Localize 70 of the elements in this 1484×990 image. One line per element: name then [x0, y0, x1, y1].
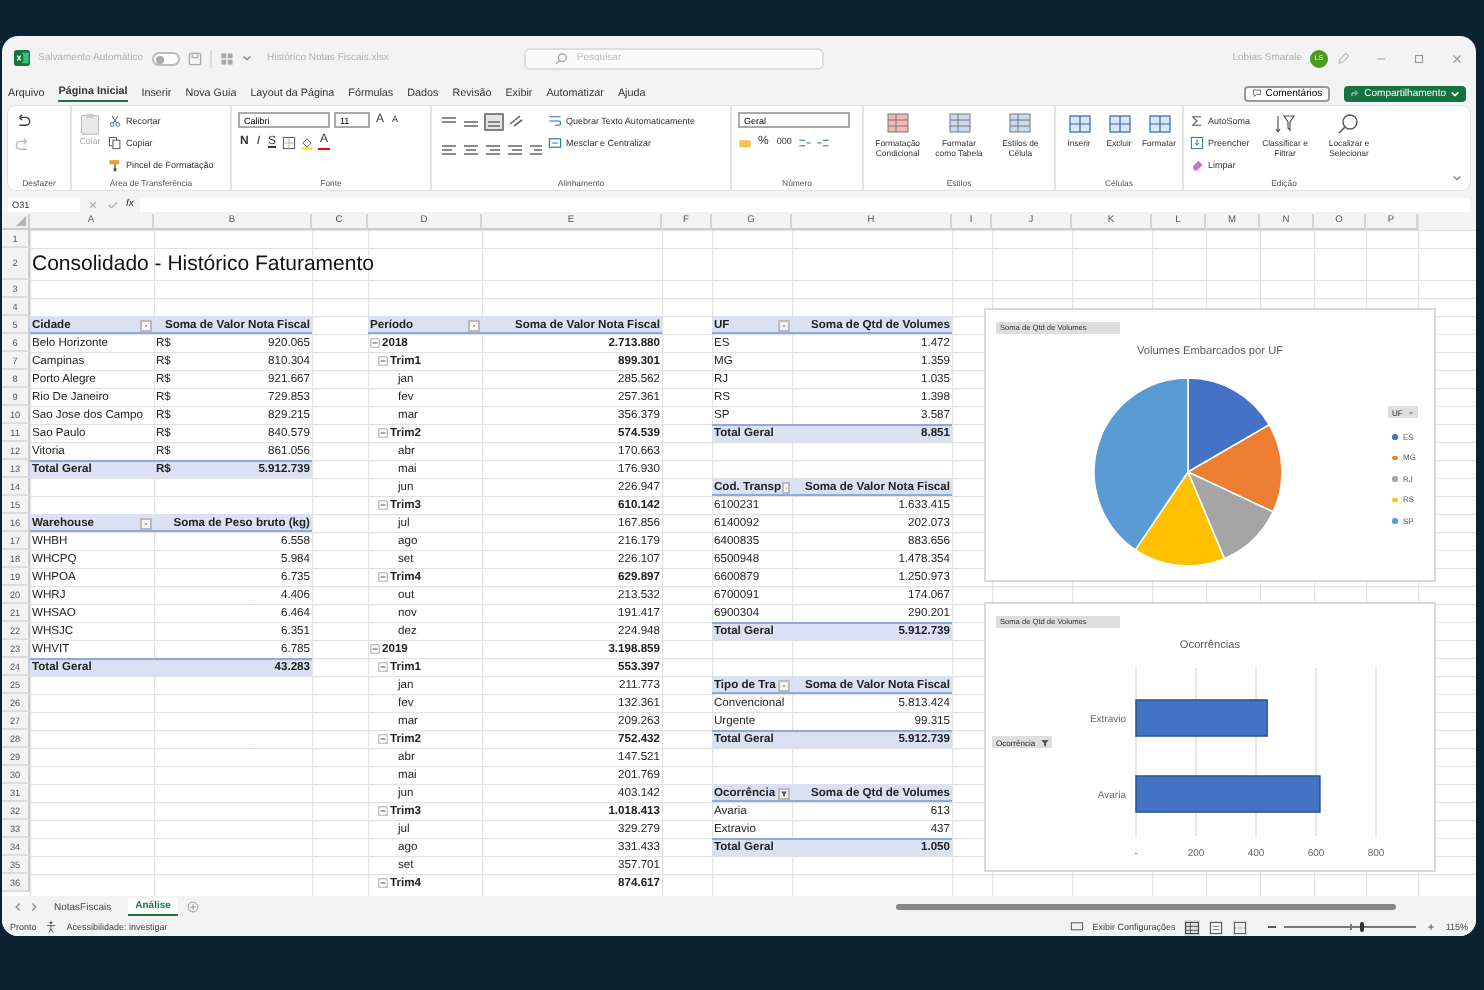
bar	[1135, 699, 1268, 737]
zoom-in-icon[interactable]	[1423, 920, 1438, 934]
collapse-toggle-icon[interactable]	[378, 806, 388, 816]
page-break-icon[interactable]	[1231, 919, 1248, 935]
scissors-icon	[108, 113, 122, 127]
redo-icon[interactable]	[14, 136, 32, 154]
currency-icon[interactable]	[738, 135, 752, 149]
collapse-toggle-icon[interactable]	[378, 662, 388, 672]
collapse-toggle-icon[interactable]	[378, 572, 388, 582]
autosave-toggle[interactable]	[151, 51, 180, 65]
copy-icon	[108, 135, 122, 149]
add-sheet-icon[interactable]	[186, 900, 201, 914]
search-icon	[1336, 112, 1361, 136]
table-style-icon	[947, 112, 971, 136]
save-icon[interactable]	[187, 51, 202, 65]
collapse-toggle-icon[interactable]	[370, 338, 380, 348]
page-layout-icon[interactable]	[1207, 919, 1224, 935]
fill-down-icon	[1190, 135, 1204, 149]
close-icon[interactable]	[1450, 51, 1464, 65]
accessibility-icon[interactable]	[44, 920, 59, 934]
merge-cells-icon	[548, 135, 562, 149]
undo-icon[interactable]	[14, 112, 32, 130]
table-style-icon	[885, 112, 910, 136]
sheet-title: Consolidado - Histórico Faturamento	[32, 252, 374, 276]
scroll-right-icon[interactable]	[30, 902, 38, 912]
dropdown-button[interactable]	[781, 481, 790, 493]
select-all-button[interactable]	[2, 214, 30, 230]
wrap-text-icon	[548, 113, 562, 127]
triangle-icon	[16, 216, 26, 226]
display-settings-icon	[1070, 920, 1085, 934]
clipboard-icon	[78, 112, 102, 136]
sigma-icon	[1190, 113, 1204, 127]
eraser-icon	[1190, 157, 1204, 171]
collapse-toggle-icon[interactable]	[370, 644, 380, 654]
formula-input-field[interactable]	[139, 197, 1470, 211]
increase-decimal-icon[interactable]	[797, 135, 812, 149]
caret-icon	[1406, 407, 1417, 417]
fill-bucket-icon[interactable]	[300, 135, 315, 149]
collapse-toggle-icon[interactable]	[378, 734, 388, 744]
grid-icon[interactable]	[219, 51, 234, 65]
table-style-icon	[1008, 112, 1033, 136]
normal-view-icon[interactable]	[1183, 919, 1200, 935]
decrease-decimal-icon[interactable]	[815, 135, 830, 149]
comment-icon	[1251, 88, 1262, 98]
check-icon[interactable]	[106, 197, 120, 211]
maximize-icon[interactable]	[1412, 51, 1426, 65]
spreadsheet-logo-icon	[14, 50, 30, 66]
caret-icon	[1450, 89, 1460, 97]
collapse-toggle-icon[interactable]	[378, 356, 388, 366]
funnel-icon	[780, 789, 788, 797]
cells-icon	[1067, 112, 1091, 136]
cells-icon	[1107, 112, 1131, 136]
collapse-toggle-icon[interactable]	[378, 500, 388, 510]
paintbrush-icon	[108, 157, 122, 171]
sort-filter-icon	[1273, 112, 1297, 136]
cells-icon	[1147, 112, 1171, 136]
collapse-toggle-icon[interactable]	[378, 428, 388, 438]
search-icon	[554, 51, 569, 65]
collapse-ribbon-icon[interactable]	[1452, 174, 1462, 182]
cancel-icon[interactable]	[86, 197, 100, 211]
pen-icon[interactable]	[1336, 51, 1350, 65]
collapse-toggle-icon[interactable]	[378, 878, 388, 888]
share-icon	[1350, 88, 1361, 98]
zoom-slider-thumb[interactable]	[1360, 922, 1365, 932]
scrollbar-thumb[interactable]	[896, 904, 1397, 910]
caret-icon[interactable]	[241, 54, 252, 62]
borders-icon[interactable]	[282, 135, 297, 149]
funnel-icon	[1039, 737, 1050, 747]
scroll-left-icon[interactable]	[14, 902, 22, 912]
zoom-slider[interactable]	[1283, 922, 1416, 932]
